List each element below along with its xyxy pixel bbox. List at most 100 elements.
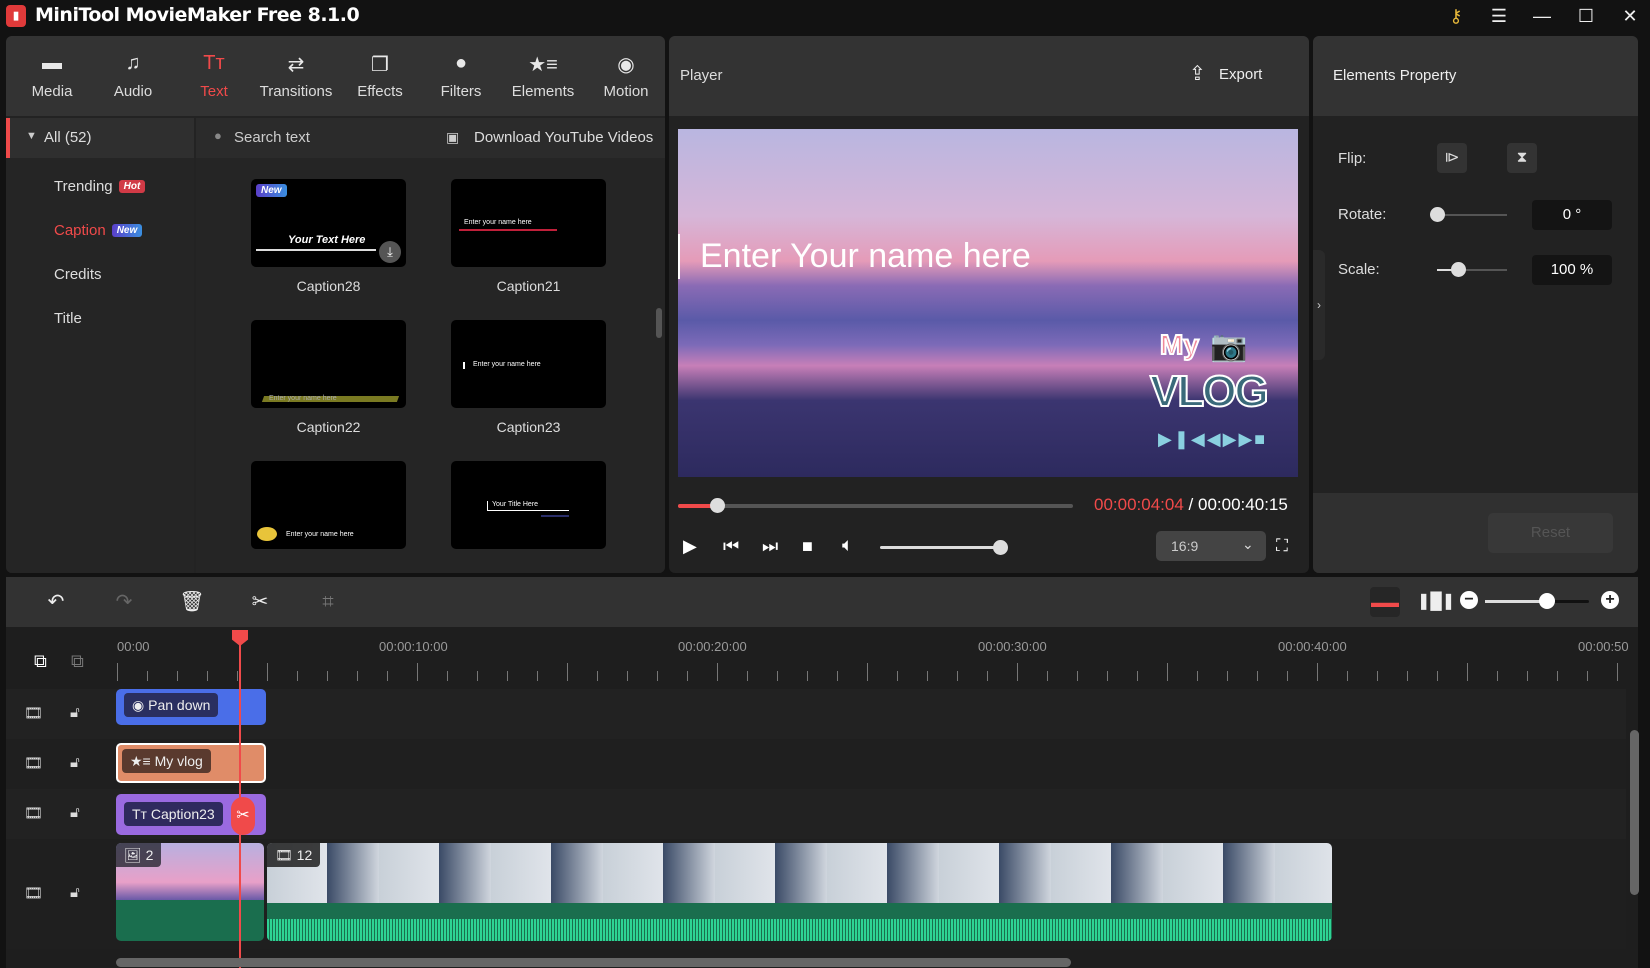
timeline-vertical-scrollbar[interactable] xyxy=(1630,730,1639,895)
template-caption28[interactable]: New Your Text Here ⤓ xyxy=(251,179,406,267)
zoom-out-icon[interactable]: − xyxy=(1460,591,1478,609)
panel-collapse-toggle[interactable]: › xyxy=(1313,250,1325,360)
camera-icon: 📷 xyxy=(1210,330,1248,363)
category-all[interactable]: ▼ All (52) xyxy=(6,118,194,158)
app-title: MiniTool MovieMaker Free 8.1.0 xyxy=(35,4,360,26)
media-tabs: ▬ Media ♫ Audio Tт Text ⇄ Transitions ❐ Effec… xyxy=(6,36,665,116)
template-caption-quote[interactable]: Enter your name here xyxy=(251,461,406,549)
timeline-horizontal-scrollbar[interactable] xyxy=(116,958,1071,967)
volume-handle[interactable] xyxy=(992,540,1008,555)
maximize-icon[interactable]: ☐ xyxy=(1566,2,1606,30)
crop-icon[interactable]: ⌗ xyxy=(314,589,342,615)
lock-icon[interactable]: 🔓︎ xyxy=(70,804,80,821)
scale-slider[interactable] xyxy=(1437,262,1507,277)
playback-progress[interactable] xyxy=(678,498,1073,513)
elements-icon: ★≡ xyxy=(528,54,558,76)
lock-icon[interactable]: 🔓︎ xyxy=(70,704,80,721)
text-icon: Tт xyxy=(132,806,151,822)
tab-media[interactable]: ▬ Media xyxy=(12,36,92,116)
download-youtube-link[interactable]: Download YouTube Videos xyxy=(474,129,653,146)
scale-value-input[interactable]: 100 % xyxy=(1532,255,1612,285)
tab-transitions[interactable]: ⇄ Transitions xyxy=(256,36,336,116)
category-credits[interactable]: Credits xyxy=(54,266,102,283)
menu-icon[interactable]: ☰ xyxy=(1479,2,1519,30)
tab-motion[interactable]: ◉ Motion xyxy=(586,36,665,116)
time-ruler[interactable]: ⧉ ⧉ 00:00 00:00:10:00 00:00:20:00 00:00:… xyxy=(6,631,1638,685)
new-badge: New xyxy=(256,184,287,197)
add-track-icon[interactable]: ⧉ xyxy=(34,651,47,672)
image-clip[interactable]: 🖼︎ 2 xyxy=(116,843,264,941)
fit-timeline-icon[interactable]: ❚█❚ xyxy=(1417,589,1455,615)
close-icon[interactable]: ✕ xyxy=(1610,2,1650,30)
download-icon[interactable]: ⤓ xyxy=(379,241,401,263)
remove-track-icon[interactable]: ⧉ xyxy=(71,651,84,672)
split-marker-scissors-icon[interactable]: ✂ xyxy=(231,797,255,835)
new-badge: New xyxy=(111,224,143,237)
element-clip[interactable]: ★≡ My vlog xyxy=(116,743,266,783)
lock-icon[interactable]: 🔓︎ xyxy=(70,754,80,771)
next-frame-icon[interactable]: ⏭ xyxy=(762,536,778,557)
template-caption23[interactable]: Enter your name here xyxy=(451,320,606,408)
fullscreen-icon[interactable]: ⛶ xyxy=(1276,536,1288,556)
my-vlog-sticker[interactable]: My 📷 VLOG ▶❚◀◀▶▶■ xyxy=(1148,328,1296,459)
timeline-zoom-slider[interactable] xyxy=(1485,593,1589,609)
flip-horizontal-button[interactable]: ⧐ xyxy=(1437,143,1467,173)
stop-icon[interactable]: ■ xyxy=(802,536,813,557)
hot-badge: Hot xyxy=(118,180,146,193)
tab-effects[interactable]: ❐ Effects xyxy=(340,36,420,116)
progress-handle[interactable] xyxy=(710,498,725,513)
template-title[interactable]: Your Title Here xyxy=(451,461,606,549)
grid-scrollbar[interactable] xyxy=(656,308,662,338)
rotate-slider[interactable] xyxy=(1429,207,1507,222)
elements-icon: ★≡ xyxy=(130,753,155,769)
flip-horizontal-icon: ⧐ xyxy=(1444,149,1460,166)
ruler-tick xyxy=(987,671,988,681)
category-title[interactable]: Title xyxy=(54,310,82,327)
search-input[interactable]: Search text xyxy=(234,129,310,146)
rotate-value-input[interactable]: 0 ° xyxy=(1532,200,1612,230)
volume-icon[interactable]: 🔈︎ xyxy=(842,535,853,557)
minimize-icon[interactable]: — xyxy=(1522,2,1562,30)
ruler-tick xyxy=(837,671,838,681)
snap-icon[interactable]: ▬▬ xyxy=(1370,587,1400,617)
video-clip[interactable]: 🎞︎ 12 xyxy=(267,843,1332,941)
delete-icon[interactable]: 🗑︎ xyxy=(178,589,206,615)
split-scissors-icon[interactable]: ✂ xyxy=(246,589,274,615)
category-caption[interactable]: Caption New xyxy=(54,222,143,239)
ruler-tick xyxy=(1497,671,1498,681)
transition-icon: ⇄ xyxy=(287,54,305,76)
tab-audio[interactable]: ♫ Audio xyxy=(93,36,173,116)
rotate-handle[interactable] xyxy=(1429,207,1445,222)
volume-slider[interactable] xyxy=(880,540,1008,555)
ruler-tick xyxy=(447,671,448,681)
play-icon[interactable]: ▶ xyxy=(683,536,697,557)
flip-vertical-button[interactable]: ⧗ xyxy=(1507,143,1537,173)
undo-icon[interactable]: ↶ xyxy=(42,589,70,615)
ruler-tick xyxy=(1527,671,1528,681)
previous-frame-icon[interactable]: ⏮ xyxy=(723,536,739,557)
scale-handle[interactable] xyxy=(1450,262,1466,277)
motion-clip[interactable]: ◉ Pan down xyxy=(116,689,266,725)
ruler-tick xyxy=(957,671,958,681)
lock-icon[interactable]: 🔓︎ xyxy=(70,884,80,901)
ruler-tick xyxy=(1047,671,1048,681)
timeline-zoom-handle[interactable] xyxy=(1539,593,1556,609)
redo-icon[interactable]: ↷ xyxy=(110,589,138,615)
timeline: ↶ ↷ 🗑︎ ✂ ⌗ ▬▬ ❚█❚ − + ⧉ ⧉ 00:00 00:00:10… xyxy=(6,577,1638,968)
search-icon: ● xyxy=(214,128,222,143)
video-preview[interactable]: Enter Your name here My 📷 VLOG ▶❚◀◀▶▶■ xyxy=(678,129,1298,477)
tab-filters[interactable]: ● Filters xyxy=(421,36,501,116)
caption-overlay-text[interactable]: Enter Your name here xyxy=(700,237,1031,276)
category-trending[interactable]: Trending Hot xyxy=(54,178,146,195)
tab-elements[interactable]: ★≡ Elements xyxy=(503,36,583,116)
aspect-ratio-select[interactable]: 16:9 ⌄ xyxy=(1156,531,1266,561)
template-caption21[interactable]: Enter your name here xyxy=(451,179,606,267)
tab-text[interactable]: Tт Text xyxy=(174,36,254,116)
reset-button[interactable]: Reset xyxy=(1488,513,1613,553)
quote-icon xyxy=(257,527,277,541)
caret-down-icon: ▼ xyxy=(26,130,37,142)
folder-icon: ▬ xyxy=(42,52,62,74)
key-icon[interactable]: ⚷ xyxy=(1436,2,1476,30)
zoom-in-icon[interactable]: + xyxy=(1601,591,1619,609)
template-caption22[interactable]: Enter your name here xyxy=(251,320,406,408)
